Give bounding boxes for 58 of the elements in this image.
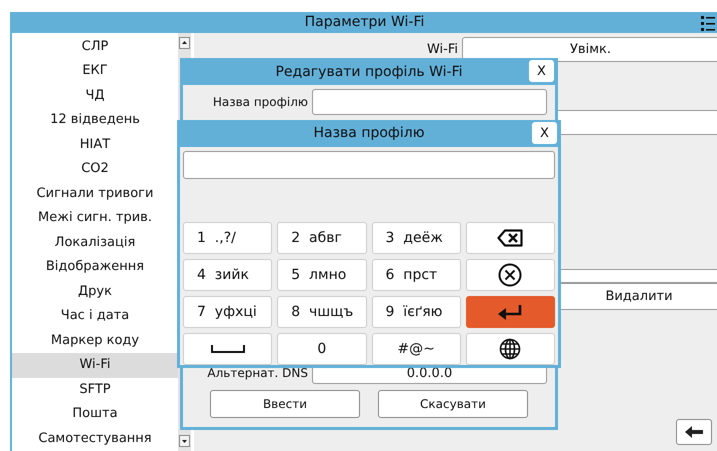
key-button[interactable]: 0: [277, 333, 366, 365]
sidebar-item[interactable]: SFTP: [12, 378, 178, 402]
backspace-icon: [497, 229, 524, 247]
key-button[interactable]: 9 їєґяю: [372, 296, 461, 328]
key-button[interactable]: 1 .,?/: [183, 222, 272, 254]
wifi-field[interactable]: Увімк.: [462, 36, 717, 62]
sidebar-item[interactable]: Сигнали тривоги: [12, 182, 178, 206]
key-button[interactable]: 4 зийк: [183, 259, 272, 291]
key-button[interactable]: 2 абвг: [277, 222, 366, 254]
key-button[interactable]: 3 деёж: [372, 222, 461, 254]
sidebar-item[interactable]: Самотестування: [12, 426, 178, 451]
input-field[interactable]: [183, 150, 555, 179]
wifi-label: Wi-Fi: [426, 42, 458, 56]
dialog-button[interactable]: Скасувати: [378, 390, 528, 418]
language-button[interactable]: [466, 333, 555, 365]
sidebar-item[interactable]: ЧД: [12, 84, 178, 108]
backspace-button[interactable]: [466, 222, 555, 254]
sidebar-item[interactable]: Друк: [12, 280, 178, 304]
scroll-up-icon[interactable]: [179, 36, 190, 48]
clear-button[interactable]: [466, 259, 555, 291]
key-button[interactable]: 7 уфхці: [183, 296, 272, 328]
space-button[interactable]: [183, 333, 272, 365]
sidebar-item[interactable]: Час і дата: [12, 304, 178, 328]
arrow-left-icon: [685, 426, 703, 438]
key-button[interactable]: #@~: [372, 333, 461, 365]
delete-button[interactable]: Видалити: [559, 282, 717, 310]
sidebar-item[interactable]: ЕКГ: [12, 59, 178, 84]
sidebar-item[interactable]: Маркер коду: [12, 328, 178, 353]
input-field[interactable]: [559, 268, 717, 282]
clear-icon: [498, 263, 522, 287]
sidebar-item[interactable]: CO2: [12, 157, 178, 182]
space-icon: [210, 345, 245, 353]
alt-dns-label: Альтернат. DNS: [207, 366, 308, 380]
scroll-down-icon[interactable]: [179, 435, 190, 447]
sidebar-item[interactable]: Відображення: [12, 255, 178, 280]
profile-name-label: Назва профілю: [212, 95, 308, 109]
sidebar-item[interactable]: НІАТ: [12, 132, 178, 157]
window-title: Параметри Wi-Fi: [304, 14, 424, 30]
sidebar-item[interactable]: 12 відведень: [12, 108, 178, 132]
globe-icon: [499, 338, 522, 360]
dialog-title: Редагувати профіль Wi-Fi: [275, 64, 462, 80]
key-button[interactable]: 6 прст: [372, 259, 461, 291]
back-button[interactable]: [676, 419, 712, 445]
sidebar-item[interactable]: СЛР: [12, 34, 178, 59]
profile-name-field[interactable]: [312, 89, 547, 115]
enter-icon: [497, 304, 524, 320]
sidebar-item[interactable]: Пошта: [12, 402, 178, 426]
close-button[interactable]: X: [532, 122, 557, 144]
sidebar-item[interactable]: Межі сигн. трив.: [12, 206, 178, 230]
key-button[interactable]: 8 чшщъ: [277, 296, 366, 328]
key-button[interactable]: 5 лмно: [277, 259, 366, 291]
enter-button[interactable]: [466, 296, 555, 328]
sidebar-item[interactable]: Wi-Fi: [12, 353, 178, 378]
sidebar-item[interactable]: Локалізація: [12, 230, 178, 255]
dialog-button[interactable]: Ввести: [210, 390, 360, 418]
menu-icon[interactable]: [701, 15, 715, 31]
dialog-title: Назва профілю: [313, 125, 425, 142]
close-button[interactable]: X: [529, 60, 554, 82]
